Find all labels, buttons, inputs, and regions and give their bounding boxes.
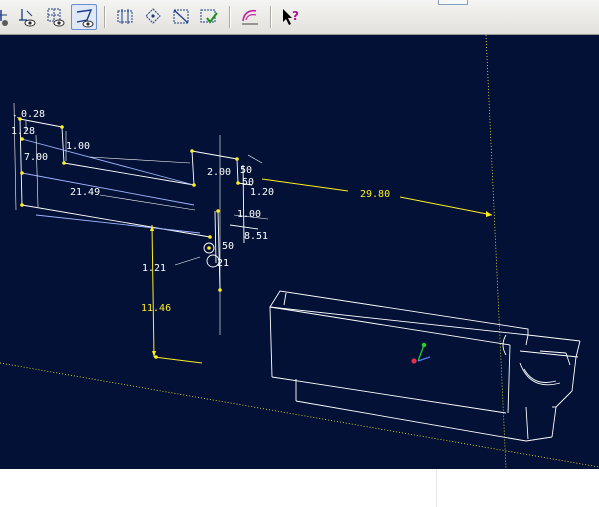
toolbar-separator: [270, 6, 272, 28]
grid-display-button[interactable]: [168, 4, 194, 30]
analysis-button[interactable]: [237, 4, 263, 30]
dimension-1-00-top[interactable]: 1.00: [66, 141, 90, 152]
part-wireframe: [269, 290, 581, 442]
toolbar-overflow-handle[interactable]: [438, 0, 468, 5]
check-sketch-button[interactable]: [196, 4, 222, 30]
analysis-icon: [242, 9, 258, 25]
dimension-1-20[interactable]: 1.20: [250, 187, 274, 198]
reference-line-vertical: [485, 35, 507, 469]
toolbar-separator: [104, 6, 106, 28]
dimension-50-a[interactable]: 50: [240, 165, 252, 176]
grid-display-icon: [173, 9, 189, 24]
sketch-canvas[interactable]: 0.28 1.28 7.00 1.00 21.49 2.00 50 50 1.2…: [0, 35, 599, 469]
dimension-50-c[interactable]: 50: [222, 241, 234, 252]
axis-display-icon: [19, 9, 36, 27]
dimension-1-28[interactable]: 1.28: [11, 126, 35, 137]
status-area: [0, 469, 599, 507]
vertex-display-icon: [145, 8, 161, 24]
sketcher-toolbar: ?: [0, 0, 599, 35]
dimension-arrows: [150, 211, 492, 357]
status-divider: [436, 469, 437, 507]
dimension-7-00[interactable]: 7.00: [24, 152, 48, 163]
vertex-display-button[interactable]: [140, 4, 166, 30]
dimension-29-80[interactable]: 29.80: [360, 189, 390, 200]
sketch-view-icon: [76, 9, 94, 28]
dimension-1-00-mid[interactable]: 1.00: [237, 209, 261, 220]
strong-dimension-lines: [151, 178, 493, 364]
dimension-leaders: [13, 102, 269, 335]
datum-display-icon: [47, 8, 65, 27]
coordinate-triad-icon: [411, 342, 431, 364]
dimension-display-button[interactable]: [0, 4, 14, 30]
constraint-display-button[interactable]: [112, 4, 138, 30]
context-help-button[interactable]: ?: [278, 4, 304, 30]
sketch-view-button[interactable]: [71, 4, 97, 30]
graphics-viewport[interactable]: 0.28 1.28 7.00 1.00 21.49 2.00 50 50 1.2…: [0, 35, 599, 469]
axis-display-button[interactable]: [15, 4, 41, 30]
svg-text:?: ?: [292, 9, 299, 23]
dimension-display-icon: [0, 10, 8, 26]
dimension-0-28[interactable]: 0.28: [21, 109, 45, 120]
dimension-21-49[interactable]: 21.49: [70, 187, 100, 198]
sketch-highlight-lines: [21, 138, 201, 234]
constraint-display-icon: [117, 9, 133, 24]
context-help-icon: ?: [283, 9, 299, 25]
dimension-1-21[interactable]: 1.21: [142, 263, 166, 274]
dimension-2-00[interactable]: 2.00: [207, 167, 231, 178]
dimension-11-46[interactable]: 11.46: [141, 303, 171, 314]
check-sketch-icon: [200, 9, 218, 24]
datum-display-button[interactable]: [43, 4, 69, 30]
toolbar-separator: [229, 6, 231, 28]
dimension-8-51[interactable]: 8.51: [244, 231, 268, 242]
dimension-21[interactable]: 21: [217, 258, 229, 269]
